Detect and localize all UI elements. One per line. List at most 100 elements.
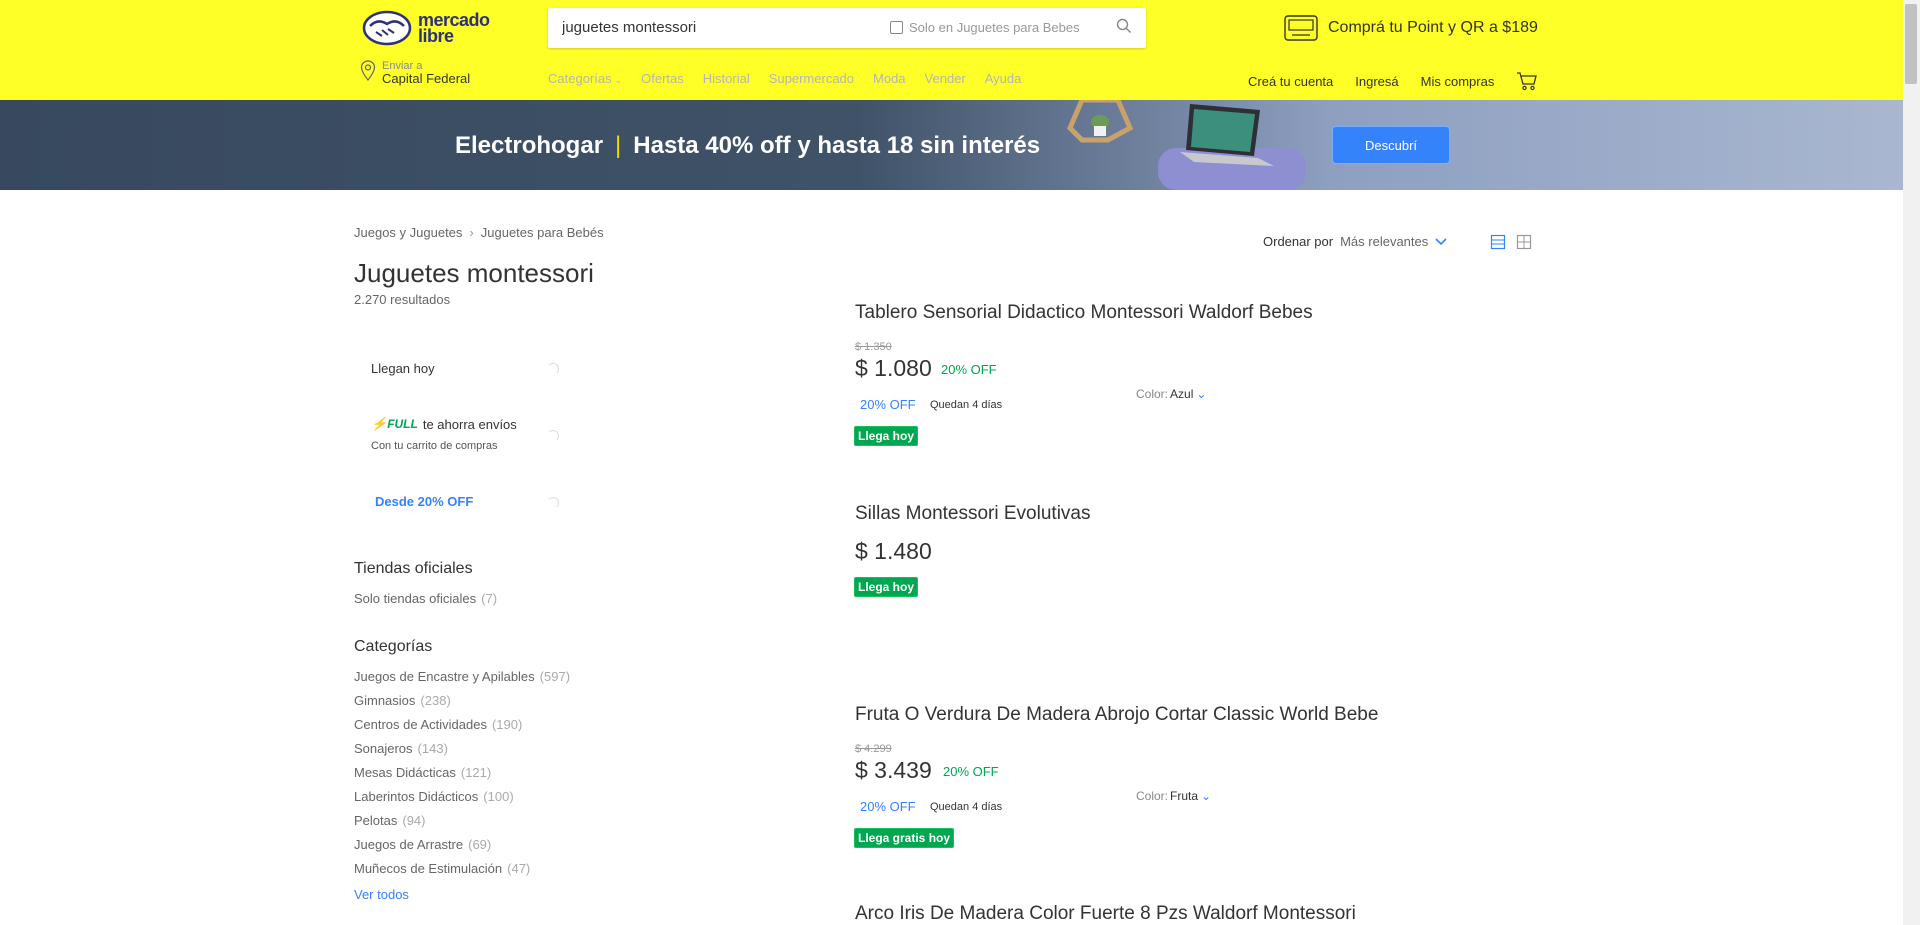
category-item[interactable]: Pelotas (94) <box>354 813 426 828</box>
item-color-selector[interactable]: Color: Fruta ⌄ <box>1136 789 1211 803</box>
category-label: Juegos de Arrastre <box>354 837 464 852</box>
login-link[interactable]: Ingresá <box>1355 74 1398 89</box>
category-count: (238) <box>420 693 451 708</box>
category-item[interactable]: Centros de Actividades (190) <box>354 717 522 732</box>
item-discount: 20% OFF <box>941 362 997 377</box>
sort-label: Ordenar por <box>1263 234 1334 249</box>
category-count: (190) <box>491 717 523 732</box>
category-label: Gimnasios <box>354 693 416 708</box>
nav-ayuda[interactable]: Ayuda <box>985 71 1022 86</box>
toggle-desde-off[interactable] <box>547 497 559 509</box>
nav-historial[interactable]: Historial <box>703 71 750 86</box>
location-pin-icon <box>360 60 376 81</box>
ver-todos-link[interactable]: Ver todos <box>354 887 409 902</box>
discover-button[interactable]: Descubrí <box>1332 126 1450 164</box>
chevron-down-icon <box>1435 237 1447 245</box>
delivery-tag: Llega hoy <box>854 577 919 597</box>
promo-banner[interactable]: Electrohogar | Hasta 40% off y hasta 18 si… <box>0 100 1903 190</box>
header: mercado libre Solo en Juguetes para Bebe… <box>0 0 1903 100</box>
item-color-selector[interactable]: Color: Azul ⌄ <box>1136 387 1206 401</box>
banner-separator: | <box>615 132 622 159</box>
search-bar: Solo en Juguetes para Bebes <box>548 8 1146 48</box>
category-count: (121) <box>460 765 492 780</box>
nav-supermercado[interactable]: Supermercado <box>769 71 854 86</box>
scrollbar[interactable] <box>1903 0 1920 925</box>
breadcrumb: Juegos y Juguetes › Juguetes para Bebés <box>354 225 604 240</box>
item-title[interactable]: Tablero Sensorial Didactico Montessori W… <box>855 302 1313 324</box>
item-title[interactable]: Fruta O Verdura De Madera Abrojo Cortar … <box>855 704 1378 726</box>
mercadolibre-logo[interactable]: mercado libre <box>362 10 490 46</box>
toggle-full[interactable] <box>547 430 559 442</box>
banner-message: Electrohogar | Hasta 40% off y hasta 18 si… <box>455 132 1040 160</box>
tiendas-label: Solo tiendas oficiales <box>354 591 477 606</box>
search-input[interactable] <box>560 18 894 37</box>
delivery-tag: Llega hoy <box>854 426 919 446</box>
item-price: $ 1.480 <box>855 538 932 564</box>
category-item[interactable]: Laberintos Didácticos (100) <box>354 789 514 804</box>
logo-text: mercado libre <box>418 10 490 46</box>
nav-vender[interactable]: Vender <box>925 71 966 86</box>
search-scope-label: Solo en Juguetes para Bebes <box>909 20 1080 35</box>
full-subtext: Con tu carrito de compras <box>371 440 498 452</box>
search-icon[interactable] <box>1116 18 1132 39</box>
category-count: (69) <box>468 837 492 852</box>
filter-desde-off[interactable]: Desde 20% OFF <box>375 494 473 509</box>
chevron-down-icon: ⌄ <box>1201 789 1212 803</box>
item-discount: 20% OFF <box>943 764 999 779</box>
category-item[interactable]: Mesas Didácticas (121) <box>354 765 491 780</box>
category-item[interactable]: Sonajeros (143) <box>354 741 448 756</box>
sort-dropdown[interactable]: Ordenar por Más relevantes <box>1263 234 1447 249</box>
full-badge: FULL <box>387 417 418 431</box>
location-value: Capital Federal <box>382 71 471 86</box>
item-price: $ 1.080 <box>855 355 932 381</box>
banner-offer: Hasta 40% off y hasta 18 sin interés <box>633 132 1041 159</box>
promo-point-qr[interactable]: Comprá tu Point y QR a $189 <box>1284 14 1538 42</box>
grid-view-icon[interactable] <box>1516 234 1532 250</box>
create-account-link[interactable]: Creá tu cuenta <box>1248 74 1333 89</box>
checkbox-box[interactable] <box>890 21 903 34</box>
filter-llegan-hoy[interactable]: Llegan hoy <box>371 361 435 376</box>
delivery-tag: Llega gratis hoy <box>854 828 955 848</box>
scrollbar-thumb[interactable] <box>1905 4 1917 84</box>
location-selector[interactable]: Enviar a Capital Federal <box>360 60 470 86</box>
chevron-down-icon: ⌄ <box>614 75 623 85</box>
item-discount-chip: 20% OFF <box>860 799 916 814</box>
item-old-price: $ 4.299 <box>855 743 892 755</box>
chevron-down-icon: ⌄ <box>1196 387 1207 401</box>
list-view-icon[interactable] <box>1490 234 1506 250</box>
category-label: Sonajeros <box>354 741 413 756</box>
category-count: (100) <box>483 789 514 804</box>
toggle-llegan-hoy[interactable] <box>547 363 559 375</box>
color-label: Color: <box>1136 387 1169 401</box>
category-label: Muñecos de Estimulación <box>354 861 503 876</box>
point-device-icon <box>1284 15 1318 41</box>
category-item[interactable]: Gimnasios (238) <box>354 693 451 708</box>
category-item[interactable]: Muñecos de Estimulación (47) <box>354 861 530 876</box>
breadcrumb-juguetes-bebes[interactable]: Juguetes para Bebés <box>481 225 604 240</box>
breadcrumb-juegos-juguetes[interactable]: Juegos y Juguetes <box>354 225 462 240</box>
category-item[interactable]: Juegos de Encastre y Apilables (597) <box>354 669 570 684</box>
color-value: Azul <box>1170 387 1194 401</box>
results-count: 2.270 resultados <box>354 292 451 307</box>
category-count: (47) <box>507 861 531 876</box>
nav-ofertas[interactable]: Ofertas <box>641 71 684 86</box>
nav-moda[interactable]: Moda <box>873 71 906 86</box>
color-value: Fruta <box>1170 789 1199 803</box>
item-price: $ 3.439 <box>855 757 932 783</box>
search-scope-checkbox[interactable]: Solo en Juguetes para Bebes <box>890 20 1080 35</box>
item-title[interactable]: Sillas Montessori Evolutivas <box>855 503 1090 525</box>
category-label: Laberintos Didácticos <box>354 789 479 804</box>
category-item[interactable]: Juegos de Arrastre (69) <box>354 837 491 852</box>
item-remaining-days: Quedan 4 días <box>930 399 1003 411</box>
cart-icon[interactable] <box>1516 71 1538 91</box>
filter-full[interactable]: ⚡ FULL te ahorra envíos <box>371 416 517 432</box>
tiendas-oficiales-link[interactable]: Solo tiendas oficiales (7) <box>354 591 497 606</box>
full-bolt-icon: ⚡ <box>371 416 388 431</box>
category-label: Mesas Didácticas <box>354 765 456 780</box>
view-toggle <box>1490 234 1532 250</box>
item-title[interactable]: Arco Iris De Madera Color Fuerte 8 Pzs W… <box>855 903 1356 925</box>
tiendas-title: Tiendas oficiales <box>354 560 473 577</box>
nav-categorias[interactable]: Categorías ⌄ <box>548 71 622 86</box>
my-purchases-link[interactable]: Mis compras <box>1421 74 1495 89</box>
item-remaining-days: Quedan 4 días <box>930 801 1003 813</box>
